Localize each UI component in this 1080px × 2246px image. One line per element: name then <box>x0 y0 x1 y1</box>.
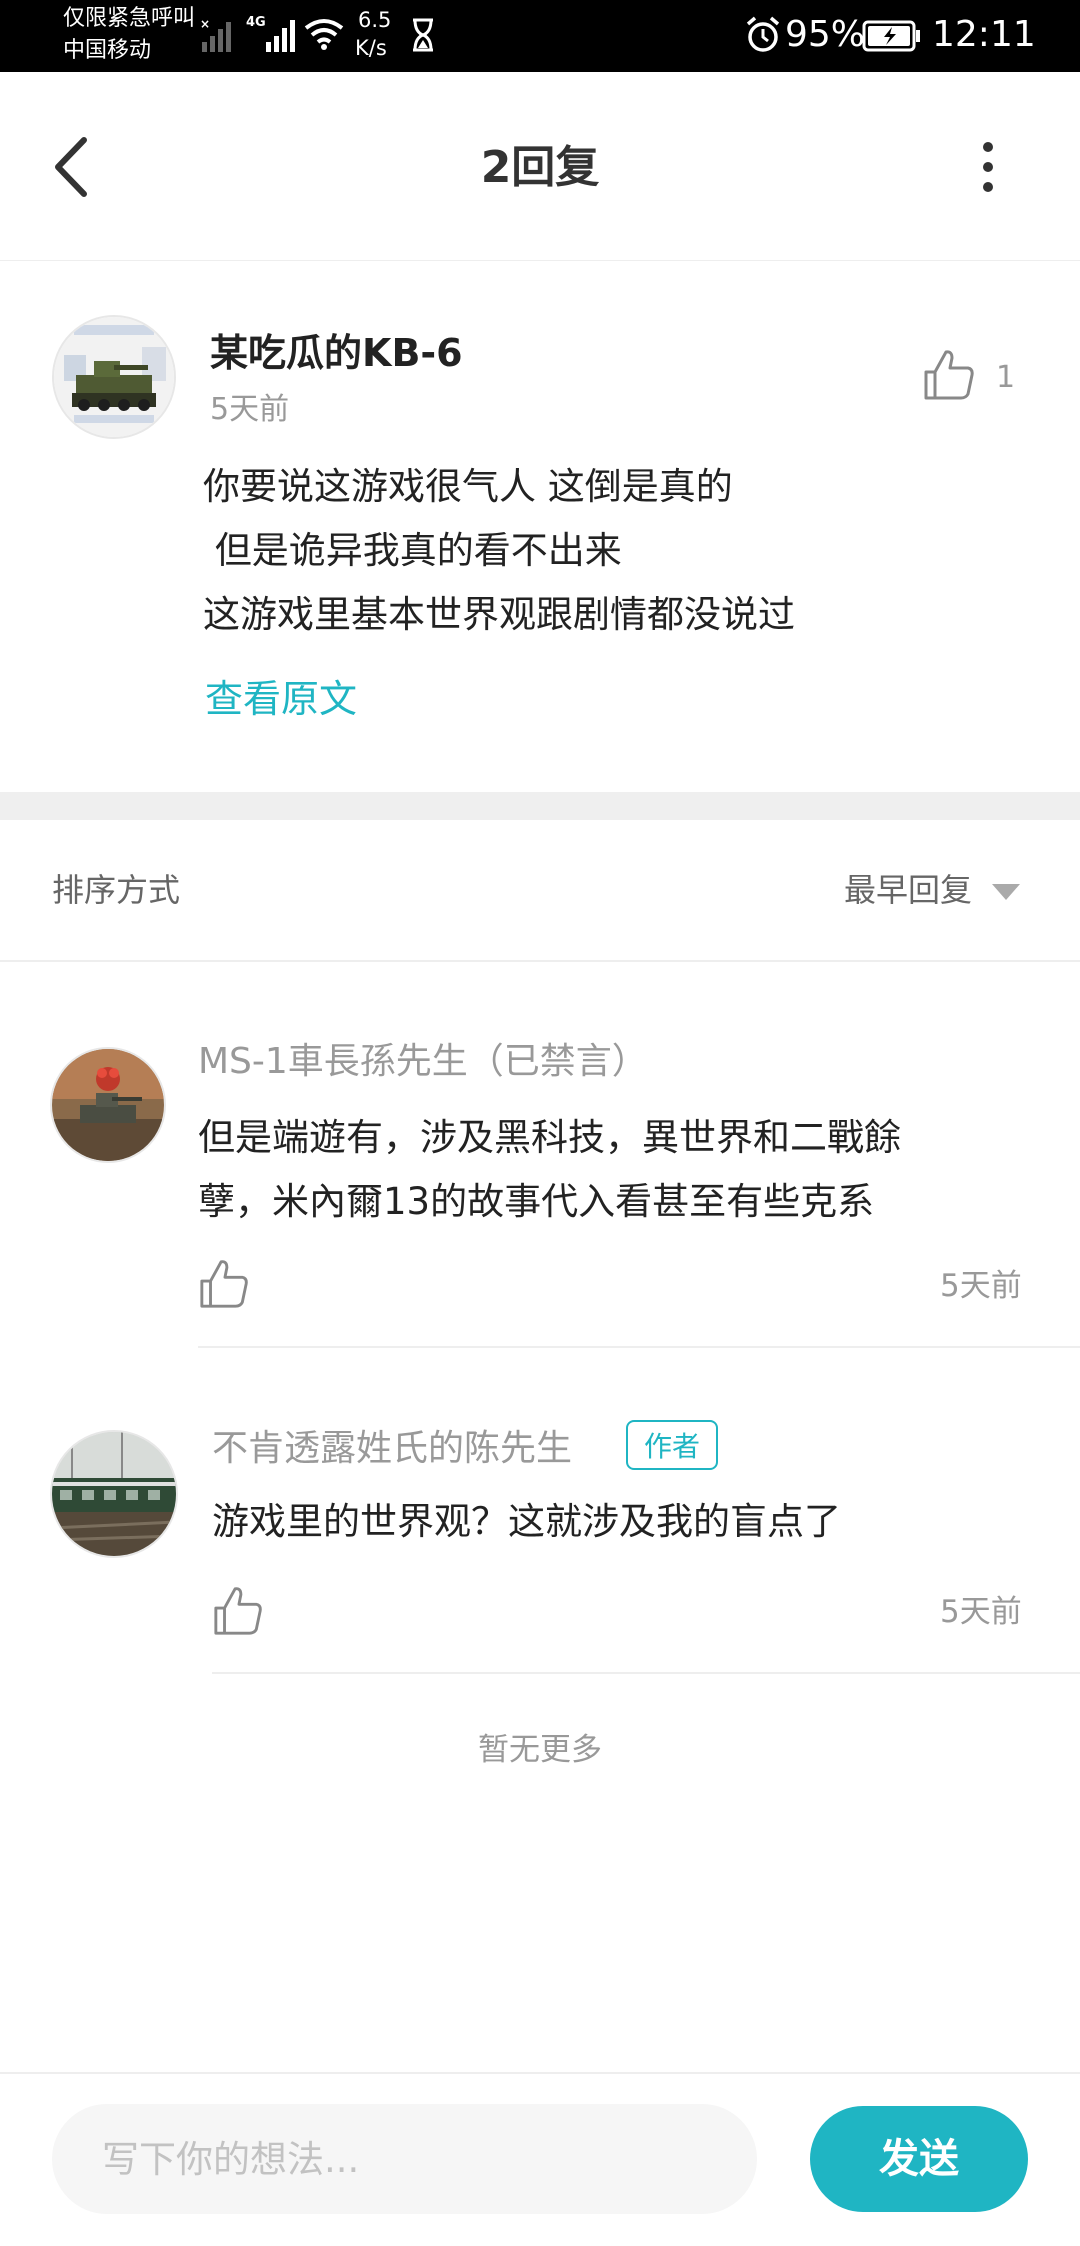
signal-icon: 4G <box>246 15 295 52</box>
divider <box>212 1672 1080 1674</box>
comment-time: 5天前 <box>210 392 290 427</box>
reply-text: 但是端遊有，涉及黑科技，異世界和二戰餘 孽，米內爾13的故事代入看甚至有些克系 <box>198 1116 901 1223</box>
carrier-name: 中国移动 <box>63 38 152 63</box>
reply-avatar[interactable] <box>50 1430 178 1558</box>
reply-text: 游戏里的世界观？这就涉及我的盲点了 <box>212 1500 841 1543</box>
author-badge: 作者 <box>626 1420 719 1470</box>
section-divider <box>0 792 1080 820</box>
page-title: 2回复 <box>480 142 600 193</box>
thumbs-up-icon[interactable] <box>922 348 976 402</box>
author-name[interactable]: 某吃瓜的KB-6 <box>210 328 463 378</box>
net-speed-unit: K/s <box>355 36 387 60</box>
like-count: 1 <box>996 360 1016 395</box>
hourglass-icon <box>413 18 433 52</box>
reply-author-name[interactable]: MS-1車長孫先生（已禁言） <box>198 1038 648 1086</box>
caret-down-icon[interactable] <box>992 884 1020 900</box>
network-type: 4G <box>246 15 266 30</box>
top-app-bar: 2回复 <box>0 72 1080 261</box>
thumbs-up-icon[interactable] <box>198 1258 250 1310</box>
sort-dropdown[interactable]: 最早回复 <box>844 868 972 912</box>
comment-text: 你要说这游戏很气人 这倒是真的 但是诡异我真的看不出来 这游戏里基本世界观跟剧情… <box>203 465 795 636</box>
thumbs-up-icon[interactable] <box>212 1585 264 1637</box>
send-button[interactable]: 发送 <box>810 2106 1028 2212</box>
no-signal-icon: × <box>200 17 231 52</box>
reply-avatar[interactable] <box>50 1047 166 1163</box>
battery-charging-icon <box>862 20 920 52</box>
divider <box>198 1346 1080 1348</box>
carrier-label: 仅限紧急呼叫 <box>63 6 196 31</box>
sort-label: 排序方式 <box>52 871 181 909</box>
author-avatar[interactable] <box>52 315 176 439</box>
reply-author-name[interactable]: 不肯透露姓氏的陈先生 <box>212 1425 572 1473</box>
comment-input[interactable] <box>52 2104 757 2214</box>
net-speed-value: 6.5 <box>358 8 392 32</box>
reply-time: 5天前 <box>940 1594 1022 1630</box>
view-original-link[interactable]: 查看原文 <box>205 672 357 726</box>
avatar-image <box>52 1432 176 1556</box>
no-more-label: 暂无更多 <box>478 1732 602 1768</box>
comment-composer: 发送 <box>0 2072 1080 2246</box>
avatar-image <box>52 1049 164 1161</box>
reply-time: 5天前 <box>940 1268 1022 1304</box>
battery-percent: 95% <box>785 14 866 55</box>
divider <box>0 960 1080 962</box>
wifi-icon <box>304 19 344 50</box>
more-options-icon[interactable] <box>970 137 1006 197</box>
svg-text:×: × <box>200 17 210 31</box>
clock-time: 12:11 <box>932 14 1036 55</box>
status-bar: 仅限紧急呼叫 中国移动 × 4G 6.5 K/s 95% 12:11 <box>0 0 1080 72</box>
alarm-icon <box>746 16 780 52</box>
avatar-image <box>54 317 174 437</box>
